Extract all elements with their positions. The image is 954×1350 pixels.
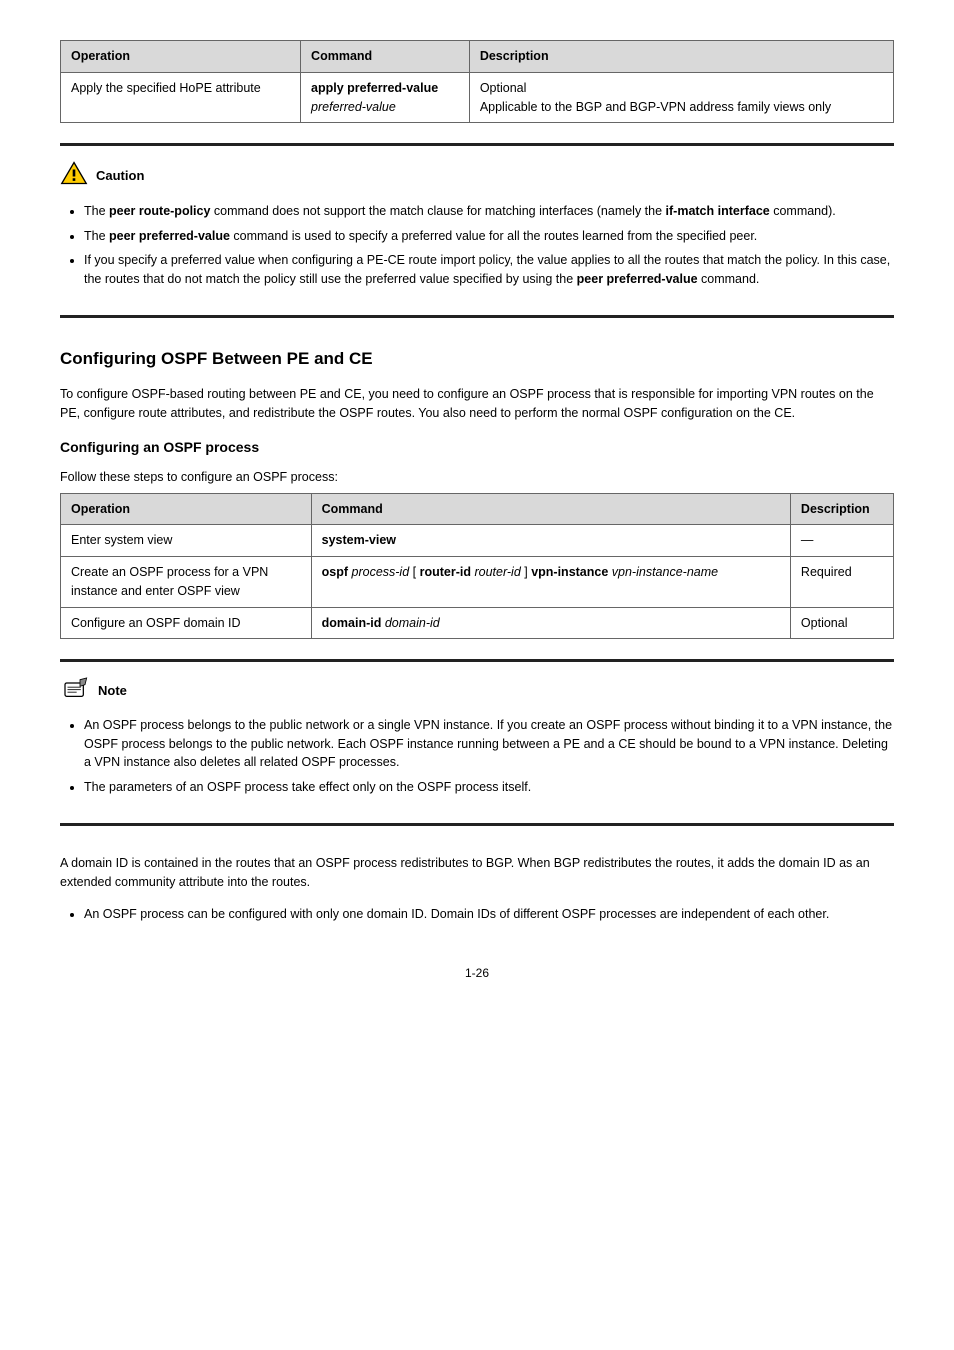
table-cell: Enter system view [61, 525, 312, 557]
table-header: Operation [61, 41, 301, 73]
list-item: The parameters of an OSPF process take e… [84, 778, 894, 797]
table-header: Description [790, 493, 893, 525]
closing-bullets: An OSPF process can be configured with o… [84, 905, 894, 924]
table-header: Description [469, 41, 893, 73]
table-cell: Configure an OSPF domain ID [61, 607, 312, 639]
table-cell: Optional Applicable to the BGP and BGP-V… [469, 72, 893, 123]
caution-list: The peer route-policy command does not s… [84, 202, 894, 289]
list-item: The peer preferred-value command is used… [84, 227, 894, 246]
table-cell: Optional [790, 607, 893, 639]
section-heading: Configuring OSPF Between PE and CE [60, 346, 894, 372]
caution-icon [60, 160, 88, 192]
table-cell: domain-id domain-id [311, 607, 790, 639]
table-cell: Create an OSPF process for a VPN instanc… [61, 557, 312, 608]
table-cell: — [790, 525, 893, 557]
list-item: An OSPF process can be configured with o… [84, 905, 894, 924]
note-label: Note [98, 681, 127, 701]
note-list: An OSPF process belongs to the public ne… [84, 716, 894, 797]
table-row: Configure an OSPF domain ID domain-id do… [61, 607, 894, 639]
table-cell: Apply the specified HoPE attribute [61, 72, 301, 123]
table-header: Command [311, 493, 790, 525]
table-row: Enter system view system-view — [61, 525, 894, 557]
table-operation-command-1: Operation Command Description Apply the … [60, 40, 894, 123]
table-cell: ospf process-id [ router-id router-id ] … [311, 557, 790, 608]
procedure-intro: Follow these steps to configure an OSPF … [60, 468, 894, 487]
table-operation-command-2: Operation Command Description Enter syst… [60, 493, 894, 640]
table-header: Operation [61, 493, 312, 525]
page-number: 1-26 [60, 964, 894, 982]
note-callout: Note An OSPF process belongs to the publ… [60, 659, 894, 826]
table-header: Command [301, 41, 470, 73]
list-item: The peer route-policy command does not s… [84, 202, 894, 221]
body-paragraph: To configure OSPF-based routing between … [60, 385, 894, 423]
table-cell: Required [790, 557, 893, 608]
closing-paragraph: A domain ID is contained in the routes t… [60, 854, 894, 892]
subsection-heading: Configuring an OSPF process [60, 437, 894, 458]
list-item: If you specify a preferred value when co… [84, 251, 894, 289]
caution-label: Caution [96, 166, 144, 186]
caution-callout: Caution The peer route-policy command do… [60, 143, 894, 318]
list-item: An OSPF process belongs to the public ne… [84, 716, 894, 772]
table-row: Create an OSPF process for a VPN instanc… [61, 557, 894, 608]
note-icon [60, 676, 90, 706]
table-row: Apply the specified HoPE attribute apply… [61, 72, 894, 123]
table-cell: apply preferred-value preferred-value [301, 72, 470, 123]
table-cell: system-view [311, 525, 790, 557]
